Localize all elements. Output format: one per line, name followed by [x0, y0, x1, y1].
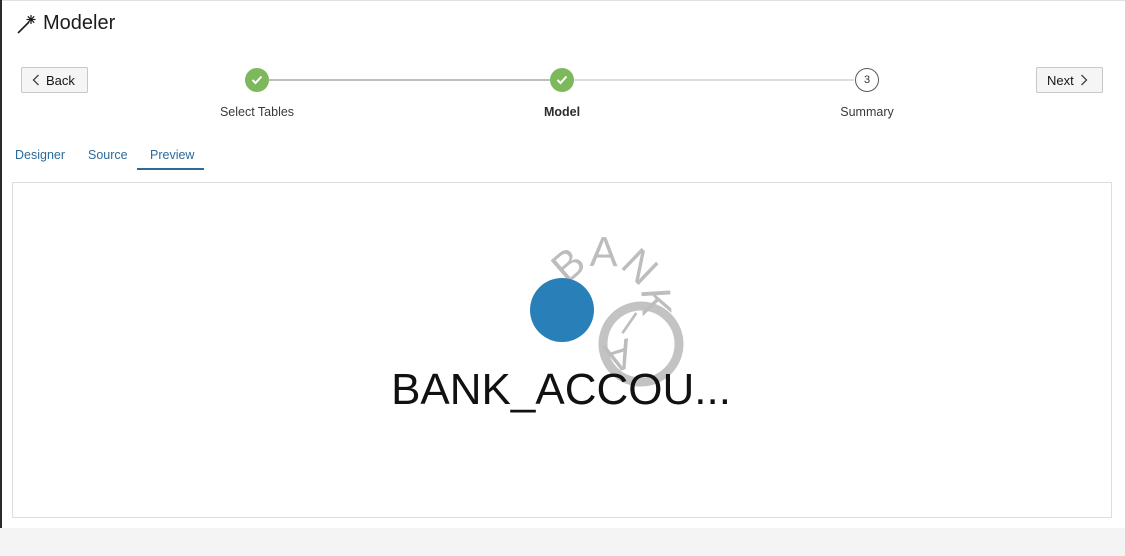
preview-graph: BANK_ACCOUNTS BANK_ACCOU...	[0, 0, 731, 414]
table-node-label: BANK_ACCOU...	[391, 365, 731, 414]
table-node[interactable]	[530, 278, 594, 342]
footer-band	[0, 528, 1125, 556]
